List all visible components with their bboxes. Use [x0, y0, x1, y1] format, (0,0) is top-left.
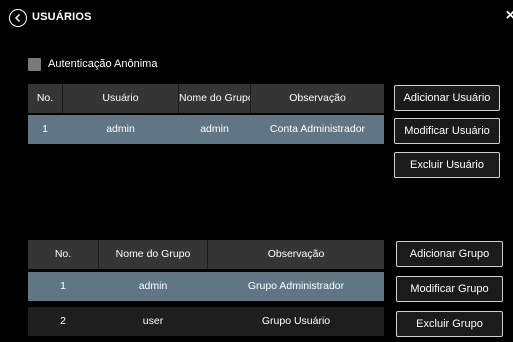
title-bar: USUÁRIOS × [0, 0, 513, 36]
modify-group-button[interactable]: Modificar Grupo [396, 276, 503, 302]
row-no: 2 [60, 315, 66, 327]
back-icon[interactable] [9, 9, 27, 27]
groups-table: No. Nome do Grupo Observação 1 admin Gru… [28, 240, 384, 340]
column-header-no: No. [54, 248, 72, 260]
anonymous-auth-label: Autenticação Anônima [48, 58, 158, 70]
table-row[interactable]: 1 admin admin Conta Administrador [28, 115, 384, 144]
delete-group-button[interactable]: Excluir Grupo [396, 311, 503, 337]
column-header-group-name: Nome do Grupo [179, 92, 250, 104]
anonymous-auth-checkbox[interactable] [28, 58, 41, 71]
row-group-name: admin [138, 280, 168, 292]
column-header-group-name: Nome do Grupo [115, 248, 191, 260]
table-row[interactable]: 1 admin Grupo Administrador [28, 272, 384, 301]
column-header-user: Usuário [102, 92, 139, 104]
row-note: Grupo Administrador [247, 280, 345, 292]
close-icon[interactable]: × [506, 8, 513, 24]
column-header-note: Observação [267, 248, 325, 260]
row-group-name: user [142, 315, 164, 327]
add-user-button[interactable]: Adicionar Usuário [394, 85, 500, 111]
row-user: admin [106, 123, 135, 135]
add-group-button[interactable]: Adicionar Grupo [396, 241, 503, 267]
delete-user-button[interactable]: Excluir Usuário [394, 152, 500, 178]
row-note: Grupo Usuário [261, 315, 331, 327]
users-table-header: No. Usuário Nome do Grupo Observação [28, 84, 384, 113]
modify-user-button[interactable]: Modificar Usuário [394, 118, 500, 144]
groups-table-header: No. Nome do Grupo Observação [28, 240, 384, 269]
row-no: 1 [42, 123, 48, 135]
column-header-no: No. [36, 92, 54, 104]
row-no: 1 [60, 280, 66, 292]
row-group-name: admin [200, 123, 229, 135]
row-note: Conta Administrador [269, 123, 366, 135]
table-row[interactable]: 2 user Grupo Usuário [28, 307, 384, 336]
page-title: USUÁRIOS [32, 11, 92, 23]
column-header-note: Observação [289, 92, 346, 104]
users-table: No. Usuário Nome do Grupo Observação 1 a… [28, 84, 384, 204]
